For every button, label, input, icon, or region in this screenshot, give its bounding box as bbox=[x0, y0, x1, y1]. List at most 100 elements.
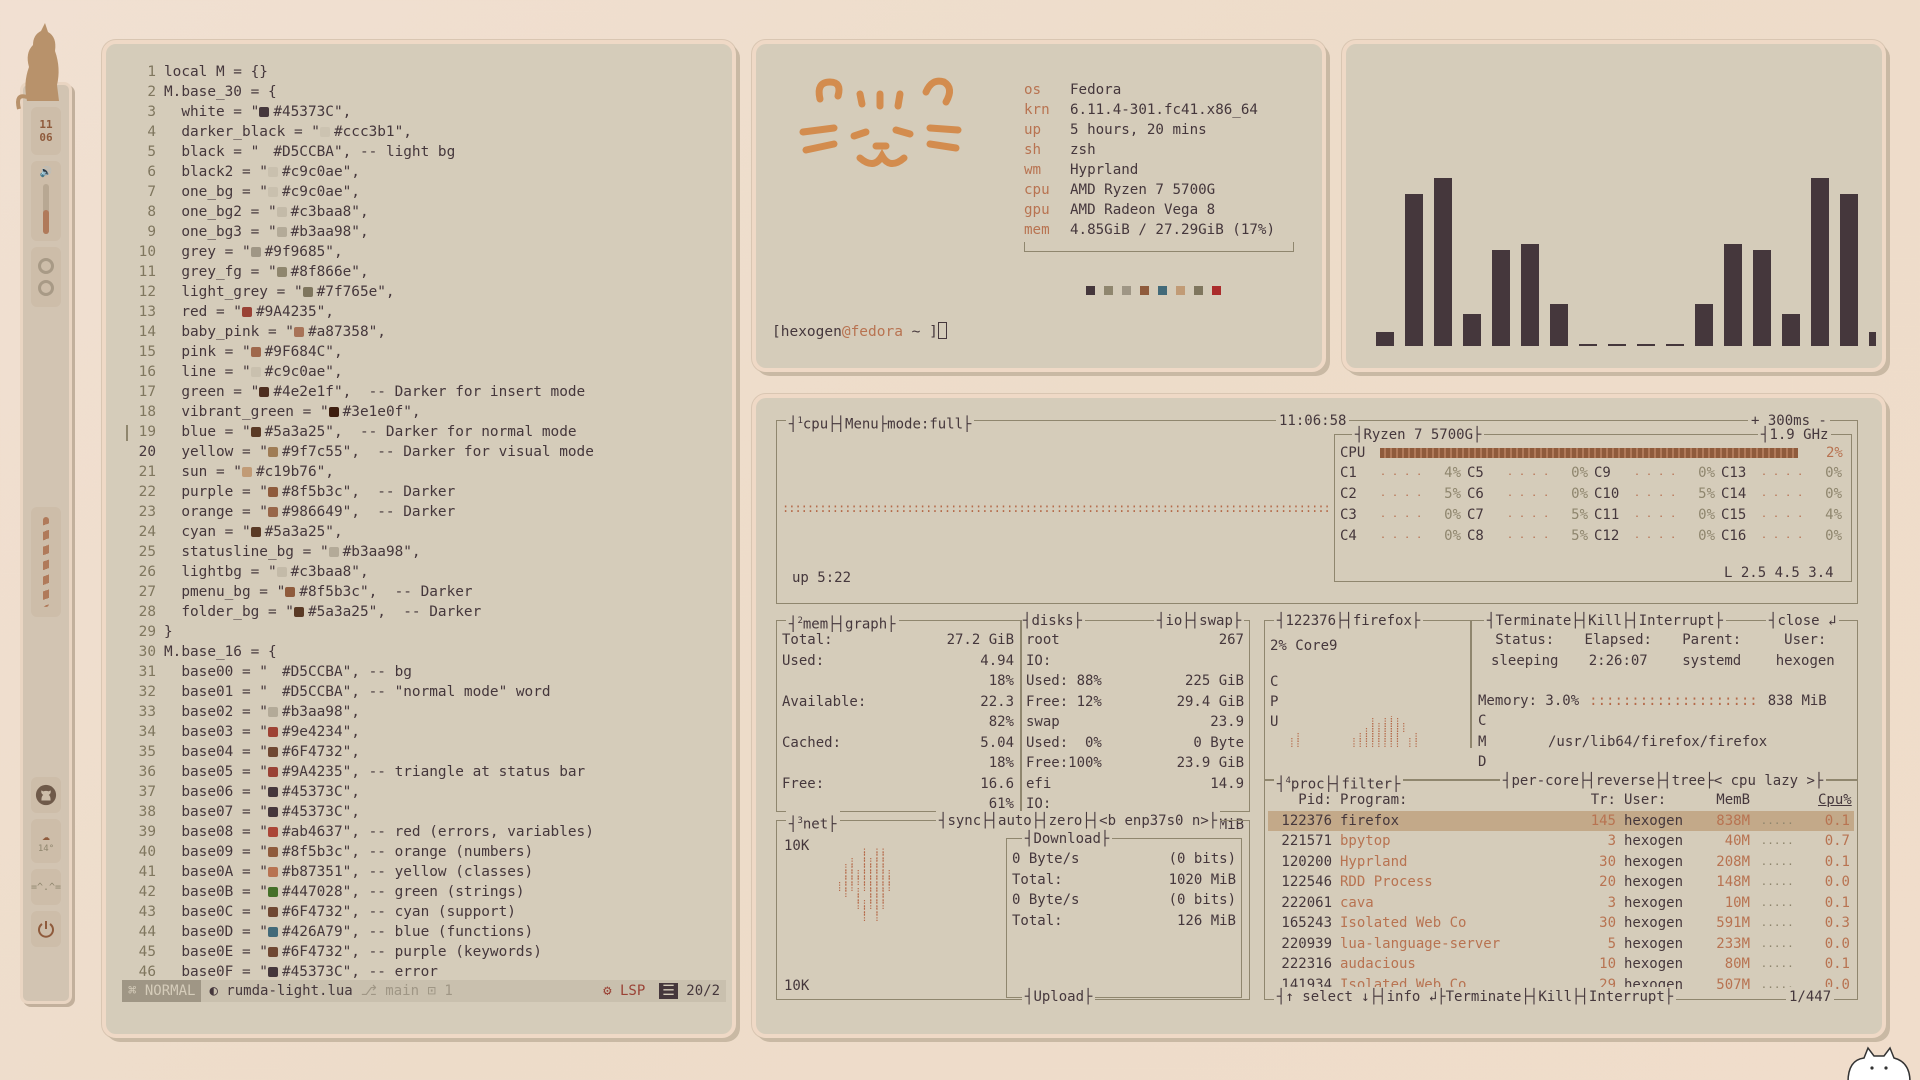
code-line[interactable]: 15 pink = " #9F684C", bbox=[118, 342, 728, 362]
code-line[interactable]: 7 one_bg = " #c9c0ae", bbox=[118, 182, 728, 202]
code-line[interactable]: 23 orange = " #986649", -- Darker bbox=[118, 502, 728, 522]
code-line[interactable]: 41 base0A = " #b87351", -- yellow (classe… bbox=[118, 862, 728, 882]
sync-toggle[interactable]: sync bbox=[947, 813, 981, 829]
terminate-button[interactable]: Terminate bbox=[1495, 613, 1571, 629]
info-button[interactable]: info ↲ bbox=[1387, 989, 1438, 1005]
column-cpup[interactable]: Cpu% bbox=[1814, 790, 1854, 811]
code-line[interactable]: 9 one_bg3 = " #b3aa98", bbox=[118, 222, 728, 242]
code-line[interactable]: 26 lightbg = " #c3baa8", bbox=[118, 562, 728, 582]
btop-window[interactable]: ┤1cpu├┤Menu├mode:full├ 11:06:58 + 300ms … bbox=[752, 394, 1886, 1038]
info-row: os Fedora bbox=[1024, 80, 1294, 100]
cpu-title[interactable]: cpu bbox=[803, 417, 828, 433]
table-row[interactable]: 220939 lua-language-server 5 hexogen 233M ..… bbox=[1268, 934, 1854, 955]
table-row[interactable]: 221571 bpytop 3 hexogen 40M ..... 0.7 bbox=[1268, 831, 1854, 852]
code-line[interactable]: 45 base0E = " #6F4732", -- purple (keywor… bbox=[118, 942, 728, 962]
code-line[interactable]: 29} bbox=[118, 622, 728, 642]
code-line[interactable]: 10 grey = " #9f9685", bbox=[118, 242, 728, 262]
column-tr[interactable]: Tr: bbox=[1580, 790, 1620, 811]
code-line[interactable]: 13 red = " #9A4235", bbox=[118, 302, 728, 322]
code-line[interactable]: 21 sun = " #c19b76", bbox=[118, 462, 728, 482]
code-line[interactable]: 14 baby_pink = " #a87358", bbox=[118, 322, 728, 342]
code-line[interactable]: 46 base0F = " #45373C", -- error bbox=[118, 962, 728, 982]
code-line[interactable]: 20 yellow = " #9f7c55", -- Darker for vis… bbox=[118, 442, 728, 462]
table-row[interactable]: 120200 Hyprland 30 hexogen 208M ..... 0.1 bbox=[1268, 852, 1854, 873]
table-row[interactable]: 222061 cava 3 hexogen 10M ..... 0.1 bbox=[1268, 893, 1854, 914]
code-line[interactable]: 43 base0C = " #6F4732", -- cyan (support) bbox=[118, 902, 728, 922]
code-line[interactable]: 11 grey_fg = " #8f866e", bbox=[118, 262, 728, 282]
code-line[interactable]: 17 green = " #4e2e1f", -- Darker for inse… bbox=[118, 382, 728, 402]
code-line[interactable]: 44 base0D = " #426A79", -- blue (function… bbox=[118, 922, 728, 942]
code-line[interactable]: 37 base06 = " #45373C", bbox=[118, 782, 728, 802]
zero-toggle[interactable]: zero bbox=[1049, 813, 1083, 829]
code-line[interactable]: 31 base00 = " #D5CCBA", -- bg bbox=[118, 662, 728, 682]
column-user[interactable]: User: bbox=[1620, 790, 1704, 811]
code-line[interactable]: 32 base01 = " #D5CCBA", -- "normal mode" … bbox=[118, 682, 728, 702]
interface-selector[interactable]: <b enp37s0 n> bbox=[1099, 813, 1209, 829]
footer-kill[interactable]: Kill bbox=[1538, 989, 1572, 1005]
code-line[interactable]: 22 purple = " #8f5b3c", -- Darker bbox=[118, 482, 728, 502]
select-hint[interactable]: ↑ select ↓ bbox=[1285, 989, 1369, 1005]
color-swatch bbox=[267, 167, 278, 177]
code-line[interactable]: 27 pmenu_bg = " #8f5b3c", -- Darker bbox=[118, 582, 728, 602]
color-value: #447028", -- green (strings) bbox=[281, 884, 525, 900]
reverse-toggle[interactable]: reverse bbox=[1596, 773, 1655, 789]
cat-face-button[interactable]: =^.^= bbox=[31, 869, 61, 905]
interrupt-button[interactable]: Interrupt bbox=[1639, 613, 1715, 629]
code-line[interactable]: 33 base02 = " #b3aa98", bbox=[118, 702, 728, 722]
code-line[interactable]: 16 line = " #c9c0ae", bbox=[118, 362, 728, 382]
code-line[interactable]: 36 base05 = " #9A4235", -- triangle at st… bbox=[118, 762, 728, 782]
code-line[interactable]: 8 one_bg2 = " #c3baa8", bbox=[118, 202, 728, 222]
code-line[interactable]: 30 M.base_16 = { bbox=[118, 642, 728, 662]
mode-toggle[interactable]: mode:full bbox=[887, 417, 963, 433]
code-line[interactable]: 40 base09 = " #8f5b3c", -- orange (number… bbox=[118, 842, 728, 862]
code-line[interactable]: 3 white = " #45373C", bbox=[118, 102, 728, 122]
code-line[interactable]: 42 base0B = " #447028", -- green (strings… bbox=[118, 882, 728, 902]
menu-button[interactable]: Menu bbox=[845, 417, 879, 433]
shell-prompt[interactable]: [hexogen@fedora ~ ] bbox=[772, 322, 947, 340]
code-line[interactable]: 6 black2 = " #c9c0ae", bbox=[118, 162, 728, 182]
footer-interrupt[interactable]: Interrupt bbox=[1589, 989, 1665, 1005]
workspaces[interactable] bbox=[31, 507, 61, 617]
volume-widget[interactable]: 🔊 bbox=[31, 161, 61, 241]
column-memb[interactable]: MemB bbox=[1704, 790, 1754, 811]
swap-toggle[interactable]: swap bbox=[1199, 613, 1233, 629]
code-line[interactable]: 18 vibrant_green = " #3e1e0f", bbox=[118, 402, 728, 422]
table-row[interactable]: 165243 Isolated Web Co 30 hexogen 591M .....… bbox=[1268, 913, 1854, 934]
color-value: #c3baa8", bbox=[290, 564, 369, 580]
column-pid[interactable]: Pid: bbox=[1268, 790, 1336, 811]
table-row[interactable]: 122376 firefox 145 hexogen 838M ..... 0.1 bbox=[1268, 810, 1854, 831]
code-line[interactable]: 2 M.base_30 = { bbox=[118, 82, 728, 102]
sort-selector[interactable]: < cpu lazy > bbox=[1714, 773, 1815, 789]
io-toggle[interactable]: io bbox=[1165, 613, 1182, 629]
column-program[interactable]: Program: bbox=[1336, 790, 1522, 811]
auto-toggle[interactable]: auto bbox=[998, 813, 1032, 829]
per-core-toggle[interactable]: per-core bbox=[1511, 773, 1578, 789]
code-line[interactable]: 19 blue = " #5a3a25", -- Darker for norma… bbox=[118, 422, 728, 442]
code-line[interactable]: 4 darker_black = " #ccc3b1", bbox=[118, 122, 728, 142]
code-line[interactable]: 39 base08 = " #ab4637", -- red (errors, v… bbox=[118, 822, 728, 842]
tree-toggle[interactable]: tree bbox=[1672, 773, 1706, 789]
code-line[interactable]: 38 base07 = " #45373C", bbox=[118, 802, 728, 822]
code-line[interactable]: 25 statusline_bg = " #b3aa98", bbox=[118, 542, 728, 562]
code-line[interactable]: 1 local M = {} bbox=[118, 62, 728, 82]
code-line[interactable]: 34 base03 = " #9e4234", bbox=[118, 722, 728, 742]
workspace-indicator[interactable] bbox=[43, 517, 49, 607]
close-button[interactable]: close ↲ bbox=[1777, 613, 1836, 629]
editor-window[interactable]: 1 local M = {} 2 M.base_30 = {3 white = " #4… bbox=[102, 40, 736, 1038]
code-line[interactable]: 24 cyan = " #5a3a25", bbox=[118, 522, 728, 542]
table-row[interactable]: 222316 audacious 10 hexogen 80M ..... 0.1 bbox=[1268, 954, 1854, 975]
disks-title[interactable]: disks bbox=[1031, 613, 1073, 629]
github-button[interactable] bbox=[31, 777, 61, 813]
code-line[interactable]: 35 base04 = " #6F4732", bbox=[118, 742, 728, 762]
fetch-window[interactable]: os Fedora krn 6.11.4-301.fc41.x86_64 up 5 hou… bbox=[752, 40, 1326, 372]
code-line[interactable]: 12 light_grey = " #7f765e", bbox=[118, 282, 728, 302]
footer-terminate[interactable]: Terminate bbox=[1446, 989, 1522, 1005]
table-row[interactable]: 122546 RDD Process 20 hexogen 148M ..... 0.0 bbox=[1268, 872, 1854, 893]
power-button[interactable] bbox=[31, 911, 61, 947]
code-line[interactable]: 28 folder_bg = " #5a3a25", -- Darker bbox=[118, 602, 728, 622]
code-buffer[interactable]: 1 local M = {} 2 M.base_30 = {3 white = " #4… bbox=[118, 62, 728, 982]
kill-button[interactable]: Kill bbox=[1588, 613, 1622, 629]
code-line[interactable]: 5 black = " #D5CCBA", -- light bg bbox=[118, 142, 728, 162]
volume-slider[interactable] bbox=[43, 184, 49, 234]
net-title[interactable]: net bbox=[803, 817, 828, 833]
